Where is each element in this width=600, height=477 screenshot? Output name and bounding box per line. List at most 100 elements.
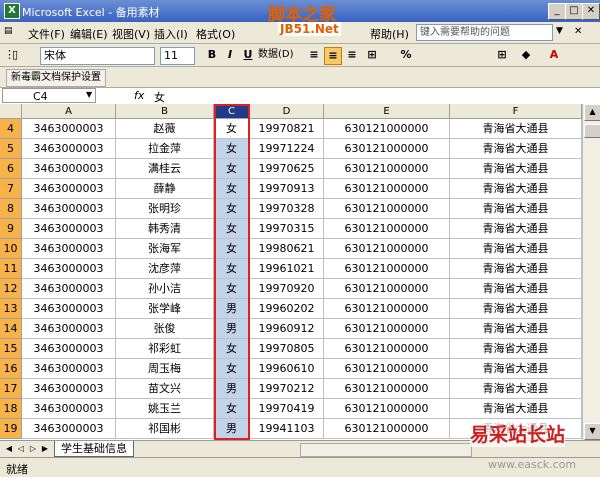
bold-button[interactable]: B <box>204 47 220 63</box>
cell-f[interactable]: 青海省大通县 <box>450 399 582 419</box>
row-header[interactable]: 6 <box>0 159 22 179</box>
cell-e[interactable]: 630121000000 <box>324 259 450 279</box>
italic-button[interactable]: I <box>222 47 238 63</box>
align-right-icon[interactable]: ≡ <box>344 47 360 63</box>
cell-a[interactable]: 3463000003 <box>22 219 116 239</box>
cell-a[interactable]: 3463000003 <box>22 179 116 199</box>
fill-color-icon[interactable]: ◆ <box>518 47 534 63</box>
cell-d[interactable]: 19971224 <box>250 139 324 159</box>
chevron-down-icon[interactable]: ▼ <box>556 26 563 36</box>
new-document-icon[interactable]: ▯ <box>12 47 18 63</box>
cell-e[interactable]: 630121000000 <box>324 239 450 259</box>
cell-a[interactable]: 3463000003 <box>22 259 116 279</box>
menu-insert[interactable]: 插入(I) <box>154 26 188 42</box>
menu-help[interactable]: 帮助(H) <box>370 26 409 42</box>
cell-b[interactable]: 韩秀清 <box>116 219 214 239</box>
cell-e[interactable]: 630121000000 <box>324 399 450 419</box>
menu-edit[interactable]: 编辑(E) <box>70 26 108 42</box>
doc-icon[interactable]: ▤ <box>4 26 13 36</box>
first-sheet-icon[interactable]: ◀ <box>4 442 14 456</box>
doc-close-icon[interactable]: ✕ <box>574 26 582 37</box>
cell-e[interactable]: 630121000000 <box>324 299 450 319</box>
row-header[interactable]: 4 <box>0 119 22 139</box>
cell-f[interactable]: 青海省大通县 <box>450 119 582 139</box>
cell-e[interactable]: 630121000000 <box>324 279 450 299</box>
scroll-thumb[interactable] <box>584 124 600 138</box>
cell-f[interactable]: 青海省大通县 <box>450 159 582 179</box>
cell-e[interactable]: 630121000000 <box>324 119 450 139</box>
name-box[interactable]: C4 <box>2 88 96 103</box>
cell-f[interactable]: 青海省大通县 <box>450 279 582 299</box>
cell-a[interactable]: 3463000003 <box>22 339 116 359</box>
vertical-scrollbar[interactable]: ▲ ▼ <box>582 104 600 440</box>
cell-b[interactable]: 拉金萍 <box>116 139 214 159</box>
cell-a[interactable]: 3463000003 <box>22 379 116 399</box>
sheet-tab-active[interactable]: 学生基础信息 <box>54 441 134 457</box>
cell-d[interactable]: 19970315 <box>250 219 324 239</box>
cell-d[interactable]: 19970625 <box>250 159 324 179</box>
cell-d[interactable]: 19961021 <box>250 259 324 279</box>
cell-f[interactable]: 青海省大通县 <box>450 339 582 359</box>
cell-e[interactable]: 630121000000 <box>324 419 450 439</box>
last-sheet-icon[interactable]: ▶ <box>40 442 50 456</box>
merge-center-icon[interactable]: ⊞ <box>364 47 380 63</box>
row-header[interactable]: 17 <box>0 379 22 399</box>
row-header[interactable]: 13 <box>0 299 22 319</box>
horizontal-scrollbar[interactable] <box>300 443 472 457</box>
row-header[interactable]: 7 <box>0 179 22 199</box>
menu-file[interactable]: 文件(F) <box>28 26 65 42</box>
cell-d[interactable]: 19970212 <box>250 379 324 399</box>
cell-a[interactable]: 3463000003 <box>22 359 116 379</box>
next-sheet-icon[interactable]: ▷ <box>28 442 38 456</box>
cell-b[interactable]: 苗文兴 <box>116 379 214 399</box>
cell-a[interactable]: 3463000003 <box>22 239 116 259</box>
cell-b[interactable]: 张俊 <box>116 319 214 339</box>
close-button[interactable]: ✕ <box>582 3 600 20</box>
cell-a[interactable]: 3463000003 <box>22 119 116 139</box>
cell-e[interactable]: 630121000000 <box>324 159 450 179</box>
font-color-button[interactable]: A <box>546 47 562 63</box>
cell-f[interactable]: 青海省大通县 <box>450 239 582 259</box>
cell-a[interactable]: 3463000003 <box>22 199 116 219</box>
column-header-f[interactable]: F <box>450 104 582 119</box>
cell-b[interactable]: 薛静 <box>116 179 214 199</box>
cell-f[interactable]: 青海省大通县 <box>450 299 582 319</box>
scroll-up-icon[interactable]: ▲ <box>584 104 600 121</box>
underline-button[interactable]: U <box>240 47 256 63</box>
percent-button[interactable]: % <box>398 47 414 63</box>
cell-a[interactable]: 3463000003 <box>22 279 116 299</box>
row-header[interactable]: 12 <box>0 279 22 299</box>
cell-f[interactable]: 青海省大通县 <box>450 199 582 219</box>
doc-protect-button[interactable]: 新毒霸文档保护设置 <box>6 69 106 87</box>
align-left-icon[interactable]: ≡ <box>306 47 322 63</box>
font-name-select[interactable]: 宋体 <box>40 47 155 65</box>
cell-f[interactable]: 青海省大通县 <box>450 219 582 239</box>
borders-icon[interactable]: ⊞ <box>494 47 510 63</box>
cell-f[interactable]: 青海省大通县 <box>450 179 582 199</box>
column-header-d[interactable]: D <box>250 104 324 119</box>
row-header[interactable]: 11 <box>0 259 22 279</box>
cell-a[interactable]: 3463000003 <box>22 139 116 159</box>
formula-input[interactable]: 女 <box>154 89 165 105</box>
cell-d[interactable]: 19970328 <box>250 199 324 219</box>
row-header[interactable]: 10 <box>0 239 22 259</box>
cell-e[interactable]: 630121000000 <box>324 339 450 359</box>
cell-d[interactable]: 19941103 <box>250 419 324 439</box>
cell-b[interactable]: 张学峰 <box>116 299 214 319</box>
cell-b[interactable]: 祁彩虹 <box>116 339 214 359</box>
cell-e[interactable]: 630121000000 <box>324 139 450 159</box>
cell-b[interactable]: 赵薇 <box>116 119 214 139</box>
cell-a[interactable]: 3463000003 <box>22 159 116 179</box>
cell-b[interactable]: 祁国彬 <box>116 419 214 439</box>
column-header-e[interactable]: E <box>324 104 450 119</box>
select-all-corner[interactable] <box>0 104 22 119</box>
font-size-select[interactable]: 11 <box>160 47 195 65</box>
cell-b[interactable]: 满桂云 <box>116 159 214 179</box>
cell-d[interactable]: 19960202 <box>250 299 324 319</box>
row-header[interactable]: 18 <box>0 399 22 419</box>
cell-d[interactable]: 19980621 <box>250 239 324 259</box>
cell-e[interactable]: 630121000000 <box>324 219 450 239</box>
row-header[interactable]: 19 <box>0 419 22 439</box>
name-box-dropdown-icon[interactable]: ▼ <box>86 90 92 99</box>
row-header[interactable]: 5 <box>0 139 22 159</box>
